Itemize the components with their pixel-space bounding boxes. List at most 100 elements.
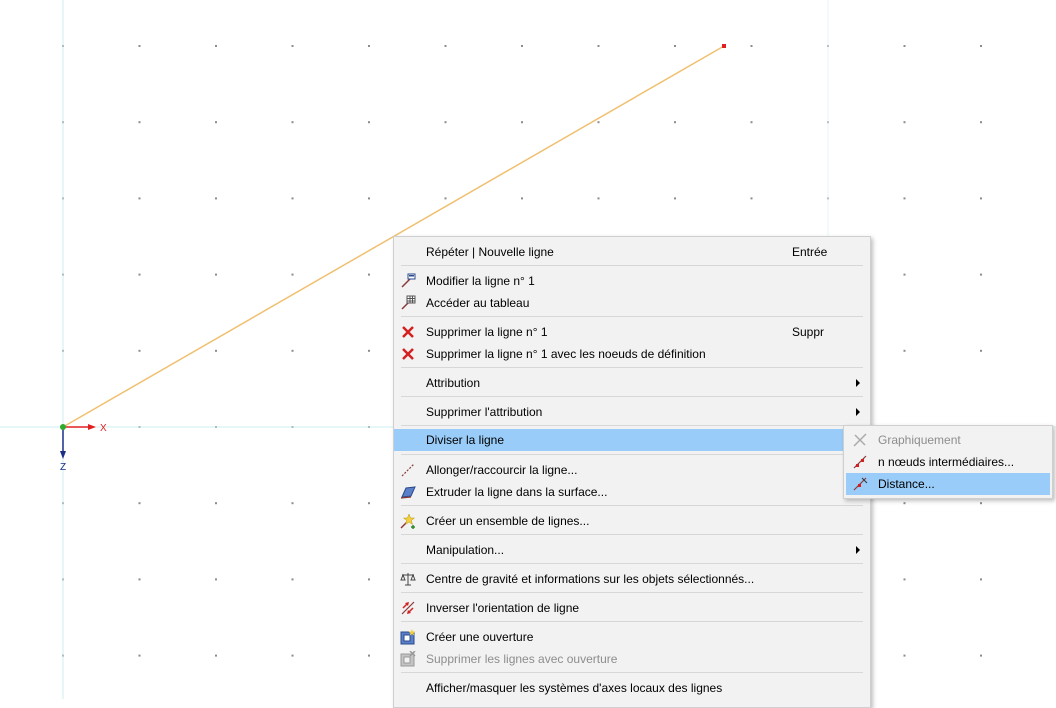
grid-dot (980, 578, 982, 581)
grid-dot (215, 197, 217, 200)
grid-dot (903, 45, 906, 47)
grid-dot (368, 121, 370, 124)
menu-separator (401, 367, 863, 368)
grid-dot (368, 45, 370, 47)
grid-dot (750, 121, 753, 124)
menu-item-delete-lines-with-opening[interactable]: Supprimer les lignes avec ouverture (394, 648, 870, 670)
menu-item-extend-shorten-line[interactable]: Allonger/raccourcir la ligne... (394, 459, 870, 481)
grid-dot (291, 197, 294, 200)
menu-item-delete-line-with-nodes[interactable]: Supprimer la ligne n° 1 avec les noeuds … (394, 343, 870, 365)
grid-dot (903, 502, 906, 505)
menu-item-create-opening[interactable]: Créer une ouverture (394, 626, 870, 648)
submenu-arrow-icon (856, 408, 860, 416)
grid-dot (291, 45, 294, 47)
menu-separator (401, 265, 863, 266)
grid-dot (903, 654, 906, 657)
grid-dot (980, 502, 982, 505)
menu-item-label: Afficher/masquer les systèmes d'axes loc… (426, 681, 723, 695)
grid-dot (980, 45, 982, 47)
menu-separator (401, 425, 863, 426)
delete-icon (400, 324, 416, 340)
grid-dot (750, 197, 753, 200)
grid-dot (980, 121, 982, 124)
submenu-item-label: Graphiquement (878, 433, 961, 447)
grid-dot (368, 502, 370, 505)
menu-item-label: Répéter | Nouvelle ligne (426, 245, 554, 259)
grid-dot (215, 121, 217, 124)
menu-item-label: Centre de gravité et informations sur le… (426, 572, 755, 586)
grid-dot (903, 197, 906, 200)
grid-dot (750, 45, 753, 47)
menu-item-label: Modifier la ligne n° 1 (426, 274, 535, 288)
delete-icon (400, 346, 416, 362)
submenu-arrow-icon (856, 379, 860, 387)
menu-separator (401, 505, 863, 506)
grid-dot (215, 578, 217, 581)
menu-item-edit-line[interactable]: Modifier la ligne n° 1 (394, 270, 870, 292)
submenu-item-label: n nœuds intermédiaires... (878, 455, 1015, 469)
grid-dot (674, 197, 676, 200)
menu-item-divide-line[interactable]: Diviser la ligne (394, 429, 870, 451)
submenu-item-distance[interactable]: Distance... (846, 473, 1050, 495)
origin-node[interactable] (60, 424, 66, 430)
grid-dot (138, 45, 141, 47)
submenu-item-graphically[interactable]: Graphiquement (846, 429, 1050, 451)
grid-dot (138, 502, 141, 505)
menu-item-label: Supprimer les lignes avec ouverture (426, 652, 618, 666)
grid-dot (215, 349, 217, 352)
extend-line-icon (400, 462, 416, 478)
edit-line-icon (400, 273, 416, 289)
grid-dot (903, 121, 906, 124)
grid-dot (903, 349, 906, 352)
grid-dot (903, 578, 906, 581)
grid-dot (291, 349, 294, 352)
menu-item-label: Inverser l'orientation de ligne (426, 601, 580, 615)
menu-item-create-line-set[interactable]: Créer un ensemble de lignes... (394, 510, 870, 532)
grid-dot (597, 121, 600, 124)
menu-item-attribution[interactable]: Attribution (394, 372, 870, 394)
menu-item-center-of-gravity[interactable]: Centre de gravité et informations sur le… (394, 568, 870, 590)
create-opening-icon (400, 629, 416, 645)
grid-dot (138, 121, 141, 124)
grid-dot (138, 578, 141, 581)
grid-dot (368, 349, 370, 352)
table-icon (400, 295, 416, 311)
menu-item-shortcut: Suppr (792, 325, 825, 339)
grid-dot (597, 197, 600, 200)
menu-item-remove-attribution[interactable]: Supprimer l'attribution (394, 401, 870, 423)
divide-line-submenu: Graphiquement n nœuds intermédiaires... … (843, 425, 1053, 499)
menu-separator (401, 672, 863, 673)
grid-dot (291, 502, 294, 505)
submenu-arrow-icon (856, 546, 860, 554)
menu-item-label: Allonger/raccourcir la ligne... (426, 463, 578, 477)
menu-item-delete-line[interactable]: Supprimer la ligne n° 1 Suppr (394, 321, 870, 343)
grid-dot (674, 45, 676, 47)
menu-item-label: Manipulation... (426, 543, 505, 557)
grid-dot (521, 197, 523, 200)
menu-item-manipulation[interactable]: Manipulation... (394, 539, 870, 561)
grid-dot (291, 273, 294, 276)
menu-item-repeat-new-line[interactable]: Répéter | Nouvelle ligne Entrée (394, 241, 870, 263)
menu-separator (401, 396, 863, 397)
menu-item-label: Supprimer l'attribution (426, 405, 543, 419)
menu-item-label: Diviser la ligne (426, 433, 505, 447)
x-axis-arrowhead (88, 424, 96, 430)
grid-dot (368, 654, 370, 657)
menu-item-extrude-line[interactable]: Extruder la ligne dans la surface... (394, 481, 870, 503)
grid-dot (444, 197, 447, 200)
submenu-item-n-intermediate-nodes[interactable]: n nœuds intermédiaires... (846, 451, 1050, 473)
menu-separator (401, 621, 863, 622)
line-set-icon (400, 513, 416, 529)
grid-dot (138, 273, 141, 276)
grid-dot (291, 654, 294, 657)
z-axis-arrowhead (60, 451, 66, 459)
menu-item-go-to-table[interactable]: Accéder au tableau (394, 292, 870, 314)
grid-dot (980, 273, 982, 276)
grid-dot (444, 121, 447, 124)
menu-separator (401, 316, 863, 317)
menu-item-reverse-orientation[interactable]: Inverser l'orientation de ligne (394, 597, 870, 619)
end-node[interactable] (722, 44, 726, 48)
menu-item-toggle-local-axes[interactable]: Afficher/masquer les systèmes d'axes loc… (394, 677, 870, 699)
x-axis-label: X (100, 423, 107, 434)
grid-dot (291, 578, 294, 581)
